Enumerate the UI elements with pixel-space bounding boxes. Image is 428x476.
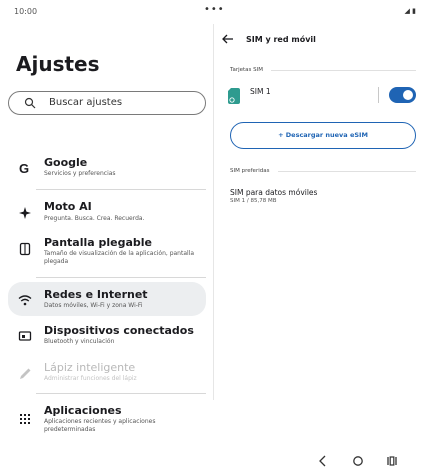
sim-item-label[interactable]: SIM 1 (250, 87, 271, 96)
search-placeholder: Buscar ajustes (49, 97, 123, 108)
divider (36, 393, 206, 394)
page-title: Ajustes (16, 52, 100, 76)
detail-title: SIM y red móvil (246, 35, 316, 44)
settings-item-connected-devices[interactable]: Dispositivos conectados Bluetooth y vinc… (8, 320, 206, 352)
settings-item-title: Redes e Internet (44, 288, 148, 301)
wifi-icon (18, 295, 32, 306)
foldable-phone-icon (19, 242, 31, 256)
settings-item-title: Lápiz inteligente (44, 361, 136, 374)
settings-item-title: Moto AI (44, 200, 92, 213)
download-esim-button[interactable]: + Descargar nueva eSIM (230, 122, 416, 149)
back-arrow-icon[interactable] (222, 34, 234, 44)
settings-item-title: Dispositivos conectados (44, 324, 194, 337)
divider (36, 189, 206, 190)
settings-item-subtitle: Administrar funciones del lápiz (44, 375, 137, 382)
settings-item-title: Google (44, 156, 88, 169)
status-time: 10:00 (14, 7, 38, 16)
settings-item-foldable-display[interactable]: Pantalla plegable Tamaño de visualizació… (8, 233, 206, 275)
settings-item-apps[interactable]: Aplicaciones Aplicaciones recientes y ap… (8, 399, 206, 441)
preferred-data-title: SIM para datos móviles (230, 188, 318, 197)
settings-item-network-internet[interactable]: Redes e Internet Datos móviles, Wi-Fi y … (8, 282, 206, 316)
sparkle-icon (19, 207, 31, 219)
apps-grid-icon (20, 414, 30, 424)
sim-card-icon (228, 88, 240, 104)
settings-item-subtitle: Bluetooth y vinculación (44, 338, 115, 345)
settings-item-subtitle: Servicios y preferencias (44, 170, 116, 177)
pen-icon (20, 368, 31, 379)
settings-item-title: Pantalla plegable (44, 236, 153, 249)
sim-toggle[interactable] (389, 87, 416, 103)
google-icon: G (19, 161, 29, 175)
section-label-preferred-sims: SIM preferidas (230, 168, 270, 174)
section-label-sim-cards: Tarjetas SIM (230, 67, 263, 73)
connected-devices-icon (18, 331, 32, 341)
multi-window-handle[interactable]: ••• (204, 4, 225, 15)
settings-item-google[interactable]: G Google Servicios y preferencias (8, 150, 206, 186)
nav-home-icon[interactable] (352, 455, 364, 467)
divider (271, 70, 416, 71)
signal-battery-icons: ◢ ▮ (404, 7, 416, 15)
status-bar: 10:00 ••• ◢ ▮ (0, 0, 428, 24)
toggle-knob (403, 90, 413, 100)
divider (378, 87, 379, 103)
nav-recents-icon[interactable] (386, 455, 398, 467)
settings-item-moto-ai[interactable]: Moto AI Pregunta. Busca. Crea. Recuerda. (8, 195, 206, 231)
divider (278, 171, 416, 172)
settings-item-subtitle: Tamaño de visualización de la aplicación… (44, 250, 195, 265)
search-icon (24, 97, 36, 109)
svg-text:G: G (19, 161, 29, 175)
preferred-data-value: SIM 1 / 85,78 MB (230, 198, 277, 204)
search-input[interactable]: Buscar ajustes (8, 91, 206, 115)
settings-item-subtitle: Datos móviles, Wi-Fi y zona Wi-Fi (44, 302, 143, 309)
pane-divider[interactable] (213, 24, 214, 400)
settings-item-subtitle: Aplicaciones recientes y aplicaciones pr… (44, 418, 156, 433)
settings-item-title: Aplicaciones (44, 404, 122, 417)
settings-item-smart-pen: Lápiz inteligente Administrar funciones … (8, 358, 206, 388)
settings-item-subtitle: Pregunta. Busca. Crea. Recuerda. (44, 215, 145, 222)
nav-back-icon[interactable] (318, 455, 328, 467)
divider (36, 277, 206, 278)
